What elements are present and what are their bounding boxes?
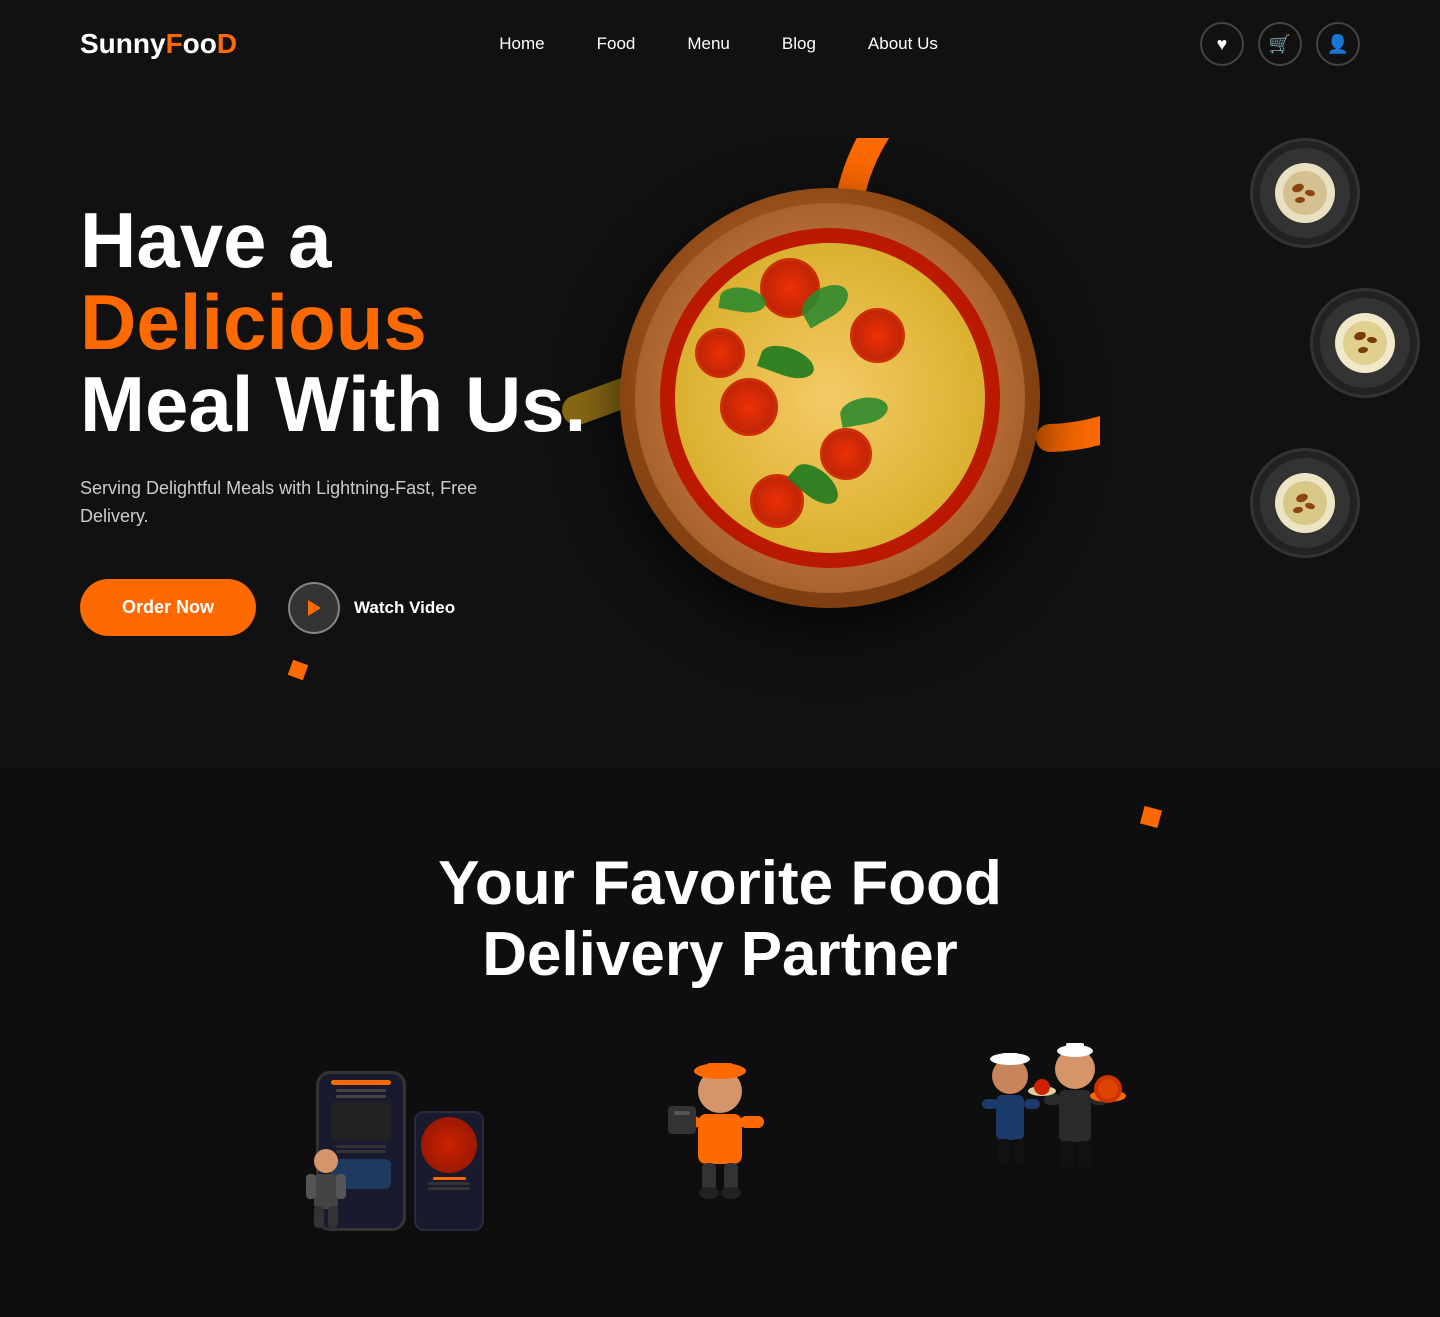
- play-icon: [288, 582, 340, 634]
- hero-title: Have a Delicious Meal With Us.: [80, 200, 620, 446]
- section2-heading: Your Favorite Food Delivery Partner: [80, 848, 1360, 991]
- logo[interactable]: SunnyFooD: [80, 28, 237, 60]
- side-plate-1-food: [1260, 148, 1350, 238]
- user-icon-button[interactable]: 👤: [1316, 22, 1360, 66]
- side-plate-1: [1250, 138, 1360, 248]
- nav-menu[interactable]: Menu: [687, 34, 730, 53]
- card-app-icon: [300, 1051, 500, 1231]
- side-plate-3: [1250, 448, 1360, 558]
- pizza-visual: [620, 188, 1040, 608]
- logo-d: D: [217, 28, 237, 60]
- nav-icon-group: ♥ 🛒 👤: [1200, 22, 1360, 66]
- pizza-image: [580, 118, 1080, 678]
- navbar: SunnyFooD Home Food Menu Blog About Us ♥…: [0, 0, 1440, 88]
- card-waiter-icon: [940, 1051, 1140, 1231]
- delivery-section: Your Favorite Food Delivery Partner: [0, 768, 1440, 1317]
- side-plate-2: [1310, 288, 1420, 398]
- deco-square-left: [288, 660, 309, 681]
- cart-icon-button[interactable]: 🛒: [1258, 22, 1302, 66]
- deco-square-right: [1140, 806, 1162, 828]
- heart-icon: ♥: [1217, 34, 1228, 55]
- nav-links: Home Food Menu Blog About Us: [499, 34, 938, 54]
- nav-blog[interactable]: Blog: [782, 34, 816, 53]
- cart-icon: 🛒: [1269, 34, 1291, 55]
- hero-title-plain: Have a: [80, 196, 332, 284]
- section2-title-line2: Delivery Partner: [482, 920, 958, 989]
- hero-cta-group: Order Now Watch Video: [80, 579, 620, 636]
- nav-home[interactable]: Home: [499, 34, 544, 53]
- hero-section: Have a Delicious Meal With Us. Serving D…: [0, 88, 1440, 768]
- card-delivery-icon: [620, 1051, 820, 1231]
- hero-text-block: Have a Delicious Meal With Us. Serving D…: [80, 200, 620, 636]
- side-plate-2-food: [1320, 298, 1410, 388]
- logo-oo: oo: [183, 28, 217, 60]
- order-now-button[interactable]: Order Now: [80, 579, 256, 636]
- side-plate-3-food: [1260, 458, 1350, 548]
- hero-visual-area: [540, 88, 1440, 768]
- heart-icon-button[interactable]: ♥: [1200, 22, 1244, 66]
- section2-title-line1: Your Favorite Food: [438, 849, 1002, 918]
- watch-video-label: Watch Video: [354, 598, 455, 618]
- hero-title-accent: Delicious: [80, 278, 427, 366]
- side-food-plates: [1250, 108, 1420, 558]
- hero-title-line2: Meal With Us.: [80, 360, 586, 448]
- nav-about[interactable]: About Us: [868, 34, 938, 53]
- logo-f: F: [166, 28, 183, 60]
- nav-food[interactable]: Food: [597, 34, 636, 53]
- watch-video-button[interactable]: Watch Video: [288, 582, 455, 634]
- logo-text: Sunny: [80, 28, 166, 60]
- hero-subtitle: Serving Delightful Meals with Lightning-…: [80, 474, 500, 532]
- user-icon: 👤: [1327, 34, 1349, 55]
- section2-card-group: [80, 1051, 1360, 1277]
